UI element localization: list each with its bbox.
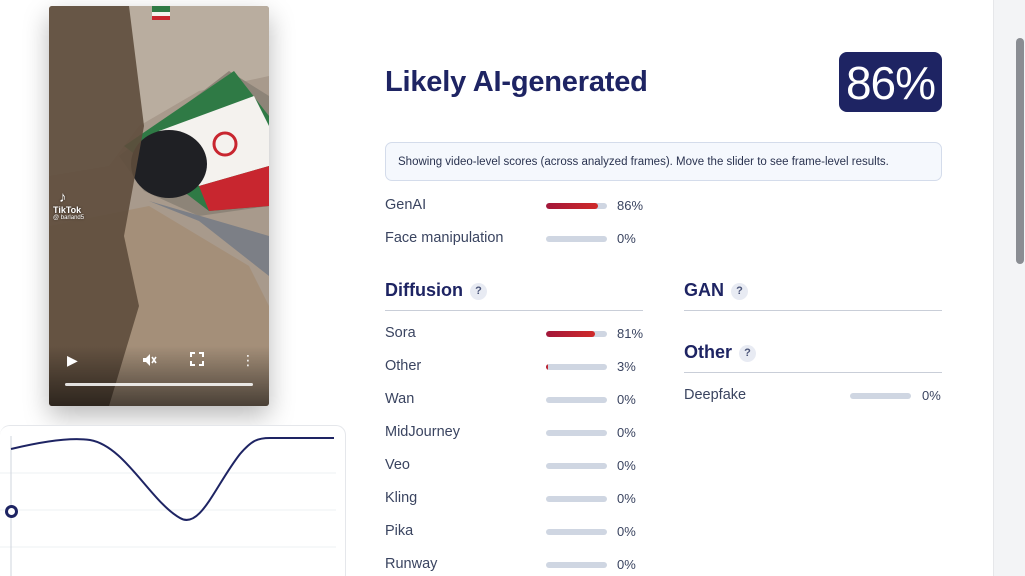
score-row-runway: Runway 0% [385,556,657,574]
score-percent: 86% [617,198,644,213]
tiktok-logo-icon: ♪ [59,189,67,206]
score-label: Face manipulation [385,230,504,246]
score-bar [546,562,607,568]
other-divider [684,372,942,373]
score-label: Runway [385,556,438,572]
score-percent: 0% [617,557,636,572]
frame-score-line [10,437,334,521]
diffusion-title: Diffusion [385,280,463,300]
watermark-brand: TikTok [53,204,82,215]
score-bar [546,236,607,242]
fullscreen-icon[interactable] [190,352,204,369]
score-bar [546,331,607,337]
score-bar [546,397,607,403]
overall-score-badge: 86% [839,52,942,112]
video-controls: ▶ ⋮ [49,346,269,406]
score-label: MidJourney [385,424,460,440]
score-percent: 0% [617,392,636,407]
score-percent: 81% [617,326,644,341]
score-label: Wan [385,391,415,407]
score-row-midjourney: MidJourney 0% [385,424,657,442]
frame-score-chart[interactable] [0,425,346,576]
mute-icon[interactable] [141,352,157,371]
gan-heading: GAN? [684,280,748,301]
score-percent: 0% [922,388,941,403]
scrollbar-thumb[interactable] [1016,38,1024,264]
score-row-sora: Sora 81% [385,325,657,343]
score-percent: 0% [617,524,636,539]
score-row-kling: Kling 0% [385,490,657,508]
score-bar [546,496,607,502]
score-bar [546,529,607,535]
help-icon[interactable]: ? [731,283,748,300]
diffusion-heading: Diffusion? [385,280,487,301]
info-notice: Showing video-level scores (across analy… [385,142,942,181]
score-row-deepfake: Deepfake 0% [684,387,962,405]
help-icon[interactable]: ? [739,345,757,362]
score-label: GenAI [385,197,427,213]
score-bar-fill [546,331,596,337]
score-row-wan: Wan 0% [385,391,657,409]
other-title: Other [684,342,733,362]
video-player[interactable]: ♪ TikTok @ barland5 ▶ ⋮ [49,6,269,406]
score-bar [850,393,911,399]
watermark-handle: @ barland5 [53,215,85,222]
score-percent: 3% [617,359,636,374]
score-row-genai: GenAI 86% [385,197,657,215]
frame-slider-handle[interactable] [5,505,18,518]
more-icon[interactable]: ⋮ [241,352,255,369]
score-label: Pika [385,523,414,539]
other-heading: Other? [684,342,757,363]
gan-title: GAN [684,280,724,300]
score-bar [546,203,607,209]
score-label: Deepfake [684,387,747,403]
score-percent: 0% [617,491,636,506]
play-icon[interactable]: ▶ [67,352,78,369]
score-percent: 0% [617,425,636,440]
score-bar [546,430,607,436]
score-label: Sora [385,325,416,341]
diffusion-divider [385,310,643,311]
score-row-pika: Pika 0% [385,523,657,541]
frame-score-plot [0,436,336,576]
score-percent: 0% [617,458,636,473]
tiktok-watermark: ♪ TikTok @ barland5 [53,190,84,221]
score-label: Other [385,358,422,374]
help-icon[interactable]: ? [470,283,487,300]
score-row-other: Other 3% [385,358,657,376]
score-bar-fill [546,203,599,209]
score-percent: 0% [617,231,636,246]
score-row-face-manipulation: Face manipulation 0% [385,230,657,248]
verdict-title: Likely AI-generated [385,66,648,98]
score-label: Veo [385,457,410,473]
gan-divider [684,310,942,311]
score-bar-fill [546,364,548,370]
score-bar [546,463,607,469]
score-bar [546,364,607,370]
video-progress-bar[interactable] [65,383,253,386]
score-row-veo: Veo 0% [385,457,657,475]
score-label: Kling [385,490,418,506]
